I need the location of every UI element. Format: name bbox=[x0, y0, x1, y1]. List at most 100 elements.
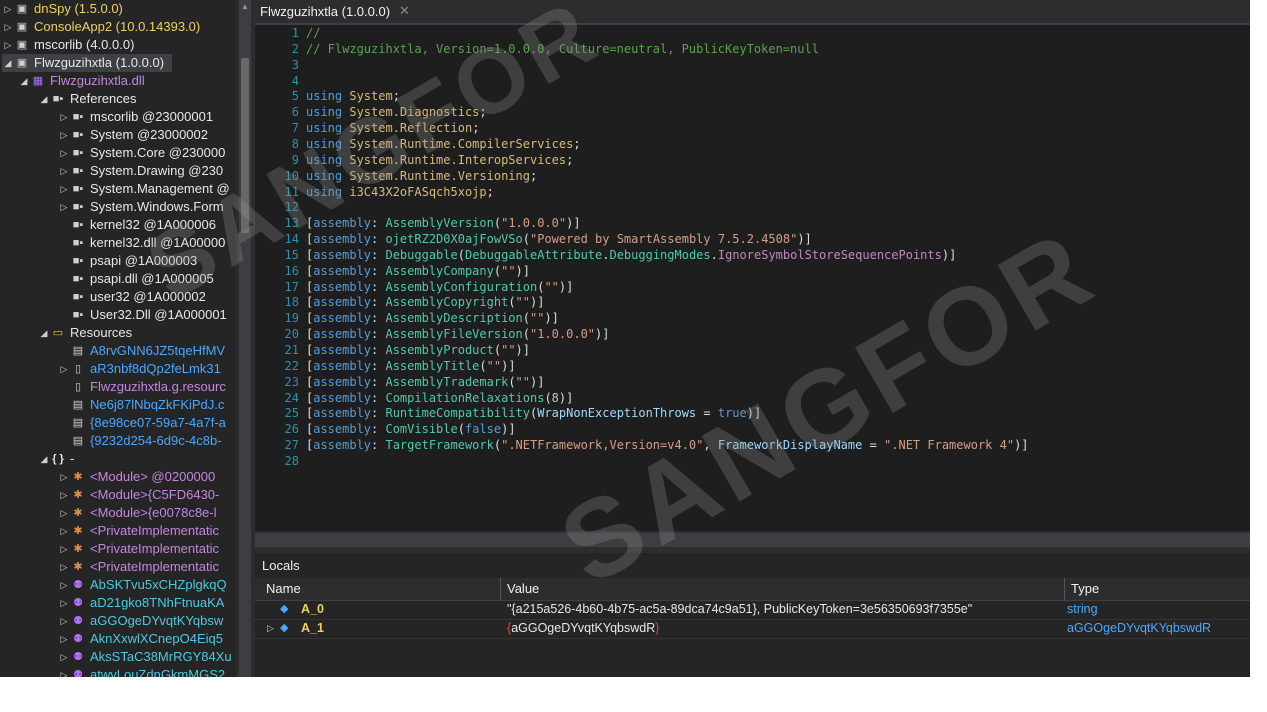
locals-column-header: Name Value Type bbox=[255, 578, 1250, 601]
tree-node[interactable]: ■▪ psapi.dll @1A000005 bbox=[58, 270, 214, 288]
expand-arrow-icon[interactable]: ▷ bbox=[58, 180, 70, 198]
tree-scrollbar[interactable]: ▲ bbox=[239, 0, 251, 677]
collapse-arrow-icon[interactable]: ◢ bbox=[18, 72, 30, 90]
expand-arrow-icon[interactable]: ▷ bbox=[58, 360, 70, 378]
tree-node[interactable]: ▷ ▣ dnSpy (1.5.0.0) bbox=[2, 0, 123, 18]
expand-arrow-icon[interactable]: ▷ bbox=[58, 522, 70, 540]
code-token-plain: = bbox=[696, 406, 718, 421]
tree-node[interactable]: ▷ ✱ <Module>{C5FD6430- bbox=[58, 486, 220, 504]
column-separator[interactable] bbox=[500, 578, 501, 600]
code-token-plain: ; bbox=[486, 184, 494, 199]
column-header-name[interactable]: Name bbox=[266, 581, 301, 596]
expand-arrow-icon[interactable]: ▷ bbox=[58, 108, 70, 126]
collapse-arrow-icon[interactable]: ◢ bbox=[38, 450, 50, 468]
tree-node[interactable]: ◢ ▭ Resources bbox=[38, 324, 133, 342]
collapse-arrow-icon[interactable]: ◢ bbox=[38, 90, 50, 108]
column-header-value[interactable]: Value bbox=[507, 581, 539, 596]
code-token-plain: )] bbox=[941, 247, 957, 262]
tree-node[interactable]: ■▪ psapi @1A000003 bbox=[58, 252, 197, 270]
expand-arrow-icon[interactable]: ▷ bbox=[58, 540, 70, 558]
expand-arrow-icon[interactable]: ▷ bbox=[2, 0, 14, 18]
tree-node[interactable]: ▷ ⚉ atwvLouZdnGkmMGS2 bbox=[58, 666, 226, 677]
tree-scrollbar-thumb[interactable] bbox=[241, 58, 249, 233]
tree-node[interactable]: ▤ {9232d254-6d9c-4c8b- bbox=[58, 432, 222, 450]
column-header-type[interactable]: Type bbox=[1071, 581, 1099, 596]
tree-node[interactable]: ▷ ▯ aR3nbf8dQp2feLmk31 bbox=[58, 360, 221, 378]
tree-node-label: <Module>{C5FD6430- bbox=[90, 487, 220, 502]
expand-arrow-icon[interactable]: ▷ bbox=[58, 630, 70, 648]
tree-node[interactable]: ▷ ■▪ System.Core @230000 bbox=[58, 144, 226, 162]
tree-node[interactable]: ▤ A8rvGNN6JZ5tqeHfMV bbox=[58, 342, 225, 360]
expand-arrow-icon[interactable]: ▷ bbox=[58, 612, 70, 630]
tree-node[interactable]: ▷ ✱ <PrivateImplementatic bbox=[58, 522, 219, 540]
tree-node[interactable]: ◢ ■▪ References bbox=[38, 90, 137, 108]
expand-arrow-icon[interactable]: ▷ bbox=[267, 619, 274, 638]
editor-horizontal-scrollbar[interactable] bbox=[255, 533, 1250, 547]
tree-node[interactable]: ▷ ⚉ aGGOgeDYvqtKYqbsw bbox=[58, 612, 224, 630]
expand-arrow-icon[interactable]: ▷ bbox=[2, 18, 14, 36]
tree-node[interactable]: ▷ ▣ ConsoleApp2 (10.0.14393.0) bbox=[2, 18, 201, 36]
expand-arrow-icon[interactable]: ▷ bbox=[58, 558, 70, 576]
code-token-str: "" bbox=[515, 374, 530, 389]
tree-node[interactable]: ▷ ⚉ aD21gko8TNhFtnuaKA bbox=[58, 594, 225, 612]
module-type-icon: ✱ bbox=[73, 561, 83, 573]
tree-node-label: ConsoleApp2 (10.0.14393.0) bbox=[34, 19, 201, 34]
tab-flwzguzihxtla[interactable]: Flwzguzihxtla (1.0.0.0) ✕ bbox=[255, 0, 416, 25]
column-separator[interactable] bbox=[1064, 578, 1065, 600]
expand-arrow-icon[interactable]: ▷ bbox=[58, 576, 70, 594]
module-type-icon: ✱ bbox=[73, 471, 83, 483]
tree-node[interactable]: ▷ ⚉ AbSKTvu5xCHZplgkqQ bbox=[58, 576, 227, 594]
tree-node[interactable]: ■▪ user32 @1A000002 bbox=[58, 288, 206, 306]
tree-node[interactable]: ▷ ■▪ System.Windows.Form bbox=[58, 198, 224, 216]
tree-node-label: Resources bbox=[70, 325, 133, 340]
tree-node[interactable]: ■▪ kernel32.dll @1A00000 bbox=[58, 234, 226, 252]
expand-arrow-icon[interactable]: ▷ bbox=[58, 486, 70, 504]
expand-arrow-icon[interactable]: ▷ bbox=[58, 504, 70, 522]
expand-arrow-icon[interactable]: ▷ bbox=[2, 36, 14, 54]
collapse-arrow-icon[interactable]: ◢ bbox=[38, 324, 50, 342]
code-editor[interactable]: 1 2 3 4 5 6 7 8 9 10 11 12 13 14 15 16 17 18 19 20 21 22 23 24 2… bbox=[255, 25, 1250, 531]
tree-node-label: <PrivateImplementatic bbox=[90, 523, 219, 538]
tree-node[interactable]: ▷ ■▪ System.Drawing @230 bbox=[58, 162, 224, 180]
local-value[interactable]: "{a215a526-4b60-4b75-ac5a-89dca74c9a51},… bbox=[507, 600, 1057, 619]
expand-arrow-icon[interactable]: ▷ bbox=[58, 162, 70, 180]
tree-node-label: System.Drawing @230 bbox=[90, 163, 224, 178]
tree-node[interactable]: ■▪ kernel32 @1A000006 bbox=[58, 216, 216, 234]
scroll-up-arrow-icon[interactable]: ▲ bbox=[239, 0, 251, 14]
expand-arrow-icon[interactable]: ▷ bbox=[58, 126, 70, 144]
locals-row[interactable]: ◆ A_0 "{a215a526-4b60-4b75-ac5a-89dca74c9a… bbox=[255, 600, 1250, 620]
code-line: using System; bbox=[306, 89, 400, 103]
expand-arrow-icon[interactable]: ▷ bbox=[58, 144, 70, 162]
tree-node[interactable]: ▷ ■▪ System @23000002 bbox=[58, 126, 208, 144]
expand-arrow-icon[interactable]: ▷ bbox=[58, 468, 70, 486]
expand-arrow-icon[interactable]: ▷ bbox=[58, 666, 70, 677]
tree-node-label: dnSpy (1.5.0.0) bbox=[34, 1, 123, 16]
tree-node[interactable]: ▯ Flwzguzihxtla.g.resourc bbox=[58, 378, 226, 396]
tree-node[interactable]: ▷ ⚉ AknXxwlXCnepO4Eiq5 bbox=[58, 630, 223, 648]
locals-row[interactable]: ▷ ◆ A_1 {aGGOgeDYvqtKYqbswdR} aGGOgeDYvqtKYq… bbox=[255, 619, 1250, 639]
tree-node[interactable]: ▷ ■▪ mscorlib @23000001 bbox=[58, 108, 214, 126]
tree-node[interactable]: ◢{ } - bbox=[38, 450, 75, 468]
collapse-arrow-icon[interactable]: ◢ bbox=[2, 54, 14, 72]
tree-node[interactable]: ▷ ✱ <Module> @0200000 bbox=[58, 468, 216, 486]
assembly-explorer-tree[interactable]: ▷ ▣ dnSpy (1.5.0.0) ▷ ▣ ConsoleApp2 (10.0.143… bbox=[0, 0, 236, 677]
tree-node[interactable]: ▷ ✱ <PrivateImplementatic bbox=[58, 540, 219, 558]
tree-node[interactable]: ■▪ User32.Dll @1A000001 bbox=[58, 306, 227, 324]
tree-node[interactable]: ▷ ■▪ System.Management @ bbox=[58, 180, 230, 198]
code-token-plain: )] bbox=[595, 327, 610, 342]
tree-node[interactable]: ▷ ⚉ AksSTaC38MrRGY84Xu bbox=[58, 648, 232, 666]
tree-node[interactable]: ▷ ✱ <PrivateImplementatic bbox=[58, 558, 219, 576]
tree-node[interactable]: ▷ ▣ mscorlib (4.0.0.0) bbox=[2, 36, 135, 54]
tree-node-label: Flwzguzihxtla.g.resourc bbox=[90, 379, 226, 394]
local-value[interactable]: {aGGOgeDYvqtKYqbswdR} bbox=[507, 619, 1057, 638]
tree-node[interactable]: ◢ ▦ Flwzguzihxtla.dll bbox=[18, 72, 145, 90]
expand-arrow-icon[interactable]: ▷ bbox=[58, 648, 70, 666]
tree-node[interactable]: ▤ {8e98ce07-59a7-4a7f-a bbox=[58, 414, 226, 432]
tree-node[interactable]: ▤ Ne6j87lNbqZkFKiPdJ.c bbox=[58, 396, 225, 414]
expand-arrow-icon[interactable]: ▷ bbox=[58, 198, 70, 216]
expand-arrow-icon[interactable]: ▷ bbox=[58, 594, 70, 612]
tree-node[interactable]: ▷ ✱ <Module>{e0078c8e-l bbox=[58, 504, 217, 522]
close-icon[interactable]: ✕ bbox=[399, 3, 410, 19]
tree-node[interactable]: ◢ ▣ Flwzguzihxtla (1.0.0.0) bbox=[2, 54, 172, 72]
code-token-num: 8 bbox=[551, 390, 559, 405]
